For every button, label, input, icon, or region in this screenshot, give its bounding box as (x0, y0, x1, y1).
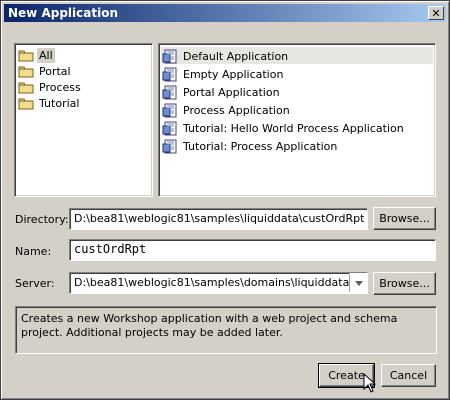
dialog-title: New Application (8, 6, 118, 20)
application-icon (162, 102, 178, 118)
folder-icon (18, 96, 34, 110)
template-item-portal[interactable]: Portal Application (162, 84, 282, 100)
application-icon (162, 66, 178, 82)
category-item-all[interactable]: All (18, 47, 55, 63)
template-label: Tutorial: Hello World Process Applicatio… (183, 121, 404, 135)
category-list[interactable]: All Portal Process Tutorial (14, 43, 153, 197)
template-description: Creates a new Workshop application with … (15, 306, 437, 354)
application-icon (162, 138, 178, 154)
template-label: Default Application (183, 49, 289, 63)
mouse-pointer-icon (363, 372, 377, 393)
template-label: Empty Application (183, 67, 284, 81)
template-item-tutorial-hello-world[interactable]: Tutorial: Hello World Process Applicatio… (162, 120, 406, 136)
category-item-process[interactable]: Process (18, 79, 83, 95)
template-label: Process Application (183, 103, 290, 117)
server-dropdown-button[interactable] (349, 273, 367, 292)
category-label: Portal (39, 64, 71, 78)
name-label: Name: (15, 245, 52, 258)
category-label: Process (39, 80, 81, 94)
close-icon: ✕ (431, 6, 441, 20)
template-label: Tutorial: Process Application (183, 139, 338, 153)
directory-browse-button[interactable]: Browse... (373, 207, 436, 230)
new-application-dialog: New Application ✕ All Portal Process Tut… (0, 0, 450, 400)
category-label: All (37, 47, 55, 63)
close-button[interactable]: ✕ (428, 6, 444, 20)
folder-icon (18, 48, 34, 62)
application-icon (162, 48, 178, 64)
chevron-down-icon (354, 276, 363, 289)
server-browse-button[interactable]: Browse... (373, 272, 436, 295)
template-item-process[interactable]: Process Application (162, 102, 292, 118)
category-label: Tutorial (39, 96, 80, 110)
directory-field[interactable]: D:\bea81\weblogic81\samples\liquiddata\c… (69, 208, 368, 230)
title-bar[interactable]: New Application ✕ (4, 4, 446, 22)
server-select[interactable]: D:\bea81\weblogic81\samples\domains\liqu… (69, 272, 368, 294)
template-label: Portal Application (183, 85, 280, 99)
name-field[interactable]: custOrdRpt (69, 239, 436, 261)
application-icon (162, 120, 178, 136)
cancel-button[interactable]: Cancel (381, 364, 436, 387)
server-label: Server: (15, 277, 55, 290)
template-list[interactable]: Default Application Empty Application Po… (158, 43, 436, 197)
directory-label: Directory: (15, 213, 69, 226)
template-item-empty[interactable]: Empty Application (162, 66, 285, 82)
template-item-default[interactable]: Default Application (162, 48, 290, 64)
application-icon (162, 84, 178, 100)
template-item-tutorial-process[interactable]: Tutorial: Process Application (162, 138, 339, 154)
folder-icon (18, 80, 34, 94)
category-item-tutorial[interactable]: Tutorial (18, 95, 81, 111)
server-value: D:\bea81\weblogic81\samples\domains\liqu… (74, 276, 350, 289)
folder-icon (18, 64, 34, 78)
category-item-portal[interactable]: Portal (18, 63, 73, 79)
